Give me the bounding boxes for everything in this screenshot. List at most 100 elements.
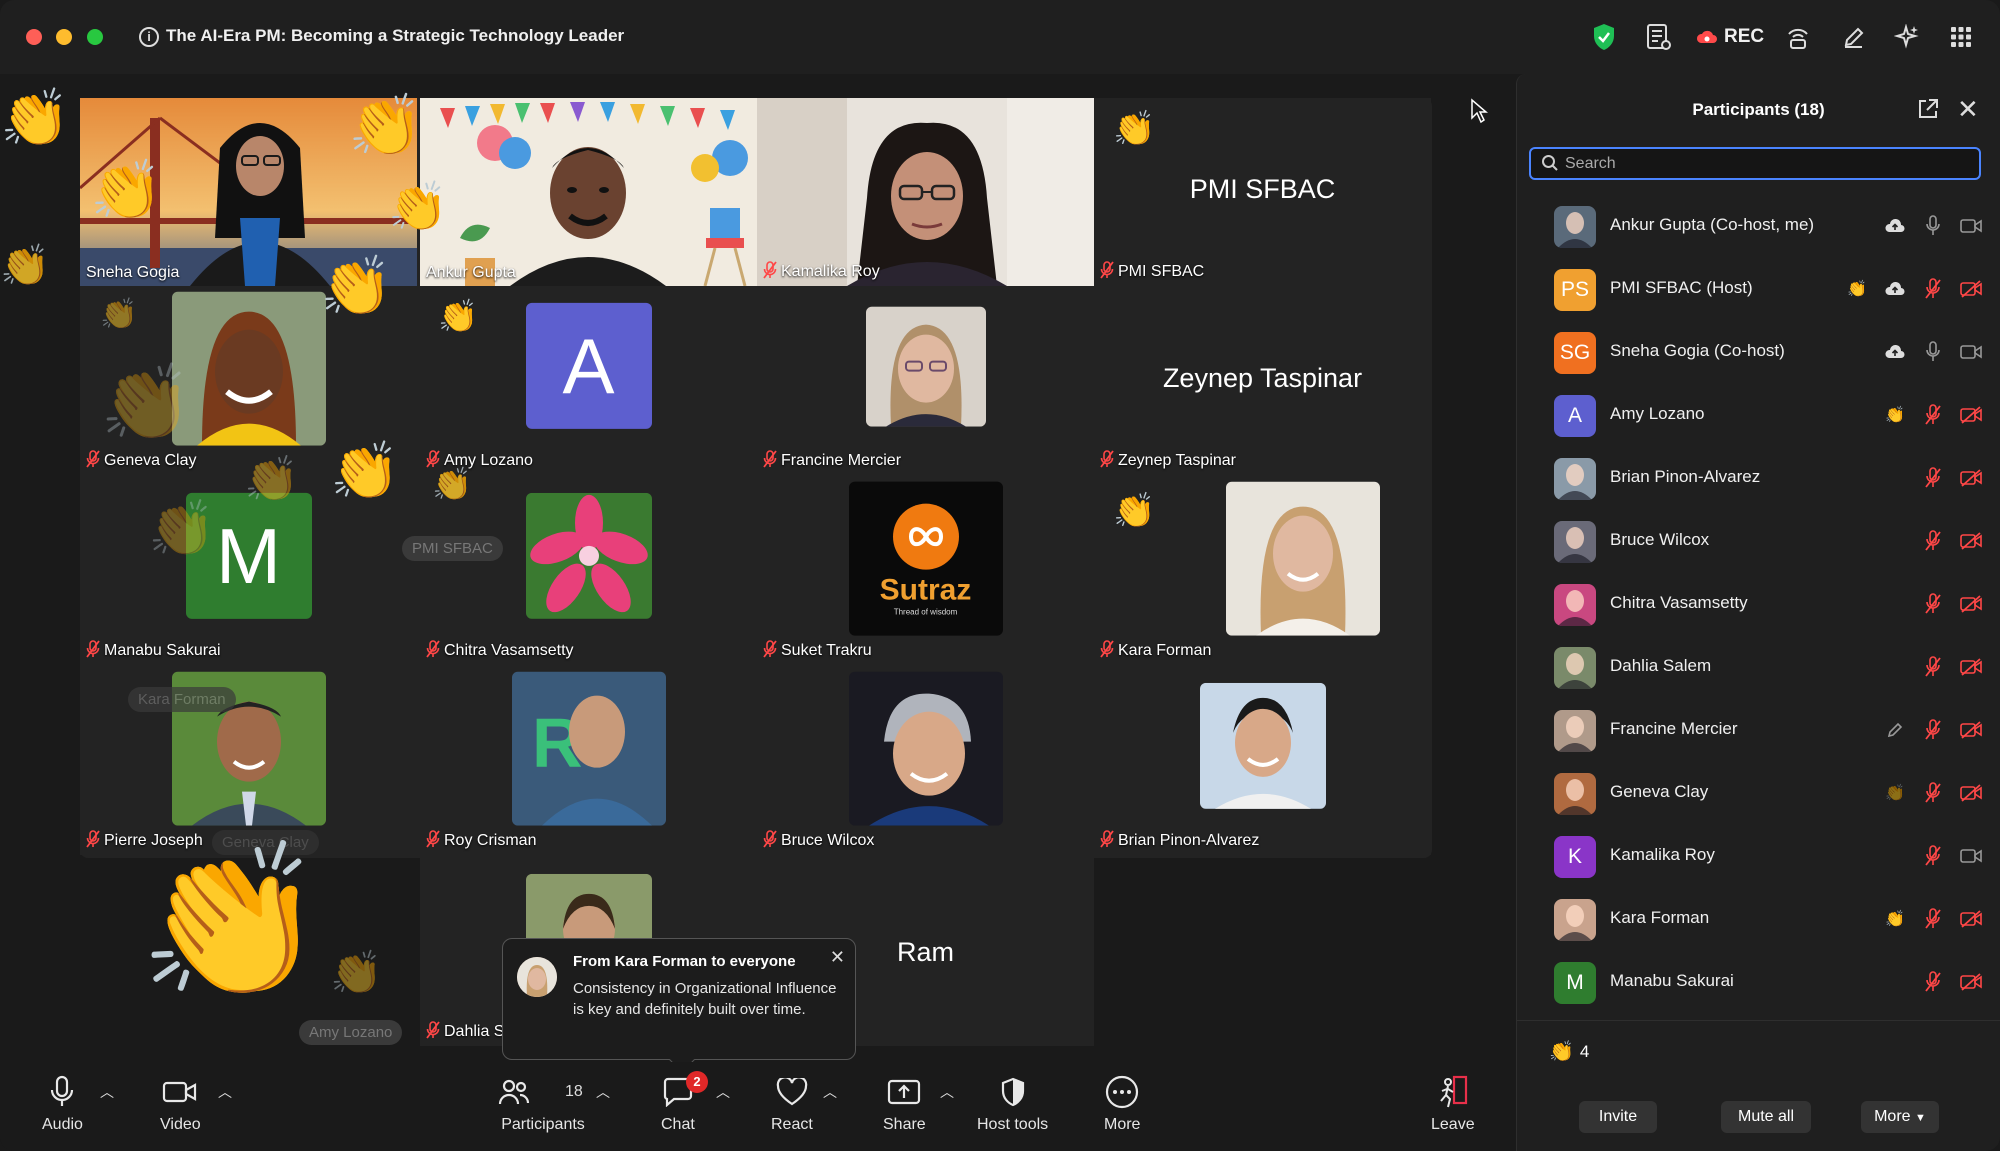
tile-display-name: PMI SFBAC <box>1189 174 1336 204</box>
participant-row[interactable]: Francine Mercier <box>1517 698 2000 761</box>
microphone-muted-icon[interactable] <box>1921 718 1945 742</box>
participant-row[interactable]: Ankur Gupta (Co-host, me) <box>1517 194 2000 257</box>
broadcast-icon[interactable] <box>1786 22 1810 52</box>
video-tile-ankur-gupta[interactable]: Ankur Gupta <box>420 98 757 286</box>
video-tile-zeynep-taspinar[interactable]: Zeynep Taspinar Zeynep Taspinar <box>1094 287 1431 475</box>
video-camera-off-icon[interactable] <box>1959 781 1983 805</box>
microphone-icon[interactable] <box>1921 340 1945 364</box>
search-input[interactable] <box>1565 151 1965 177</box>
close-icon[interactable]: ✕ <box>1957 94 1979 125</box>
video-camera-icon[interactable] <box>1959 340 1983 364</box>
video-camera-icon[interactable] <box>1959 214 1983 238</box>
video-tile-sneha-gogia[interactable]: Sneha Gogia <box>80 98 417 286</box>
microphone-muted-icon[interactable] <box>1921 655 1945 679</box>
chat-notification-toast[interactable]: From Kara Forman to everyone Consistency… <box>502 938 856 1073</box>
participant-row[interactable]: A Amy Lozano 👏 <box>1517 383 2000 446</box>
window-close-button[interactable] <box>26 29 42 45</box>
video-camera-icon[interactable] <box>1959 844 1983 868</box>
info-icon[interactable]: i <box>139 27 159 47</box>
video-options-chevron-icon[interactable]: ︿ <box>218 1082 232 1102</box>
clap-icon: 👏 <box>1885 407 1905 424</box>
microphone-icon[interactable] <box>1921 214 1945 238</box>
window-maximize-button[interactable] <box>87 29 103 45</box>
video-camera-off-icon[interactable] <box>1959 655 1983 679</box>
participant-row[interactable]: Kara Forman 👏 <box>1517 887 2000 950</box>
microphone-muted-icon[interactable] <box>1921 844 1945 868</box>
microphone-muted-icon[interactable] <box>1921 277 1945 301</box>
shield-icon <box>1000 1072 1026 1112</box>
host-tools-button[interactable]: Host tools <box>977 1072 1048 1134</box>
tile-name-label: Sneha Gogia <box>86 264 180 281</box>
participant-row[interactable]: Dahlia Salem <box>1517 635 2000 698</box>
audio-options-chevron-icon[interactable]: ︿ <box>100 1082 114 1102</box>
video-tile-geneva-clay[interactable]: Geneva Clay <box>80 287 417 475</box>
search-box[interactable] <box>1529 147 1981 180</box>
video-tile-kamalika-roy[interactable]: Kamalika Roy <box>757 98 1094 286</box>
participant-row[interactable]: K Kamalika Roy <box>1517 824 2000 887</box>
ai-companion-sparkle-icon[interactable] <box>1894 22 1920 52</box>
participant-row[interactable]: Geneva Clay 👏 <box>1517 761 2000 824</box>
microphone-muted-icon[interactable] <box>1921 970 1945 994</box>
video-tile-amy-lozano[interactable]: A Amy Lozano <box>420 287 757 475</box>
video-tile-manabu-sakurai[interactable]: M Manabu Sakurai <box>80 477 417 665</box>
participants-options-chevron-icon[interactable]: ︿ <box>596 1082 610 1102</box>
summary-icon[interactable] <box>1645 22 1671 52</box>
more-button[interactable]: More <box>1104 1072 1140 1134</box>
video-tile-bruce-wilcox[interactable]: Bruce Wilcox <box>757 667 1094 855</box>
panel-more-button[interactable]: More ▼ <box>1861 1101 1939 1133</box>
apps-grid-icon[interactable] <box>1950 22 1972 52</box>
video-tile-brian-pinon-alvarez[interactable]: Brian Pinon-Alvarez <box>1094 667 1431 855</box>
logo-text: Sutraz <box>879 573 972 607</box>
participant-row[interactable]: Brian Pinon-Alvarez <box>1517 446 2000 509</box>
video-tile-suket-trakru[interactable]: Sutraz Thread of wisdom Suket Trakru <box>757 477 1094 665</box>
share-button[interactable]: Share <box>883 1072 926 1134</box>
participant-status-icons <box>1883 718 1983 742</box>
participant-row[interactable]: Chitra Vasamsetty <box>1517 572 2000 635</box>
participants-button[interactable]: Participants <box>498 1072 588 1134</box>
video-camera-off-icon[interactable] <box>1959 718 1983 742</box>
share-options-chevron-icon[interactable]: ︿ <box>940 1082 954 1102</box>
chat-options-chevron-icon[interactable]: ︿ <box>716 1082 730 1102</box>
microphone-muted-icon[interactable] <box>1921 529 1945 553</box>
video-tile-kara-forman[interactable]: Kara Forman <box>1094 477 1431 665</box>
video-tile-roy-crisman[interactable]: R Roy Crisman <box>420 667 757 855</box>
leave-button[interactable]: Leave <box>1431 1072 1475 1134</box>
video-button[interactable]: Video <box>160 1072 201 1134</box>
video-tile-francine-mercier[interactable]: Francine Mercier <box>757 287 1094 475</box>
video-tile-pmi-sfbac[interactable]: PMI SFBAC PMI SFBAC <box>1094 98 1431 286</box>
react-button[interactable]: React <box>771 1072 813 1134</box>
participant-row[interactable]: Bruce Wilcox <box>1517 509 2000 572</box>
avatar-initials: A <box>1567 404 1582 427</box>
microphone-muted-icon[interactable] <box>1921 466 1945 490</box>
microphone-muted-icon[interactable] <box>1921 781 1945 805</box>
annotate-pencil-icon[interactable] <box>1842 22 1866 52</box>
floating-name-label: Kara Forman <box>128 687 236 712</box>
security-shield-icon[interactable] <box>1592 22 1616 52</box>
video-camera-off-icon[interactable] <box>1959 970 1983 994</box>
video-camera-off-icon[interactable] <box>1959 466 1983 490</box>
participant-row[interactable]: SG Sneha Gogia (Co-host) <box>1517 320 2000 383</box>
video-tile-chitra-vasamsetty[interactable]: Chitra Vasamsetty <box>420 477 757 665</box>
record-button[interactable]: REC <box>1696 22 1764 52</box>
microphone-muted-icon[interactable] <box>1921 403 1945 427</box>
invite-button[interactable]: Invite <box>1579 1101 1657 1133</box>
reactions-count: 👏 4 <box>1549 1039 1589 1064</box>
participant-name: Chitra Vasamsetty <box>1610 593 1748 612</box>
react-options-chevron-icon[interactable]: ︿ <box>823 1082 837 1102</box>
video-camera-off-icon[interactable] <box>1959 907 1983 931</box>
participant-row[interactable]: M Manabu Sakurai <box>1517 950 2000 1013</box>
audio-button[interactable]: Audio <box>42 1072 83 1134</box>
microphone-muted-icon[interactable] <box>1921 907 1945 931</box>
video-camera-off-icon[interactable] <box>1959 529 1983 553</box>
popout-icon[interactable] <box>1917 98 1939 120</box>
microphone-muted-icon[interactable] <box>1921 592 1945 616</box>
video-camera-off-icon[interactable] <box>1959 592 1983 616</box>
mute-all-button[interactable]: Mute all <box>1721 1101 1811 1133</box>
video-camera-off-icon[interactable] <box>1959 277 1983 301</box>
cloud-recording-icon <box>1883 340 1907 364</box>
participant-row[interactable]: PS PMI SFBAC (Host) 👏 <box>1517 257 2000 320</box>
participant-name: Geneva Clay <box>1610 782 1709 801</box>
video-camera-off-icon[interactable] <box>1959 403 1983 427</box>
close-icon[interactable]: ✕ <box>830 947 845 968</box>
window-minimize-button[interactable] <box>56 29 72 45</box>
